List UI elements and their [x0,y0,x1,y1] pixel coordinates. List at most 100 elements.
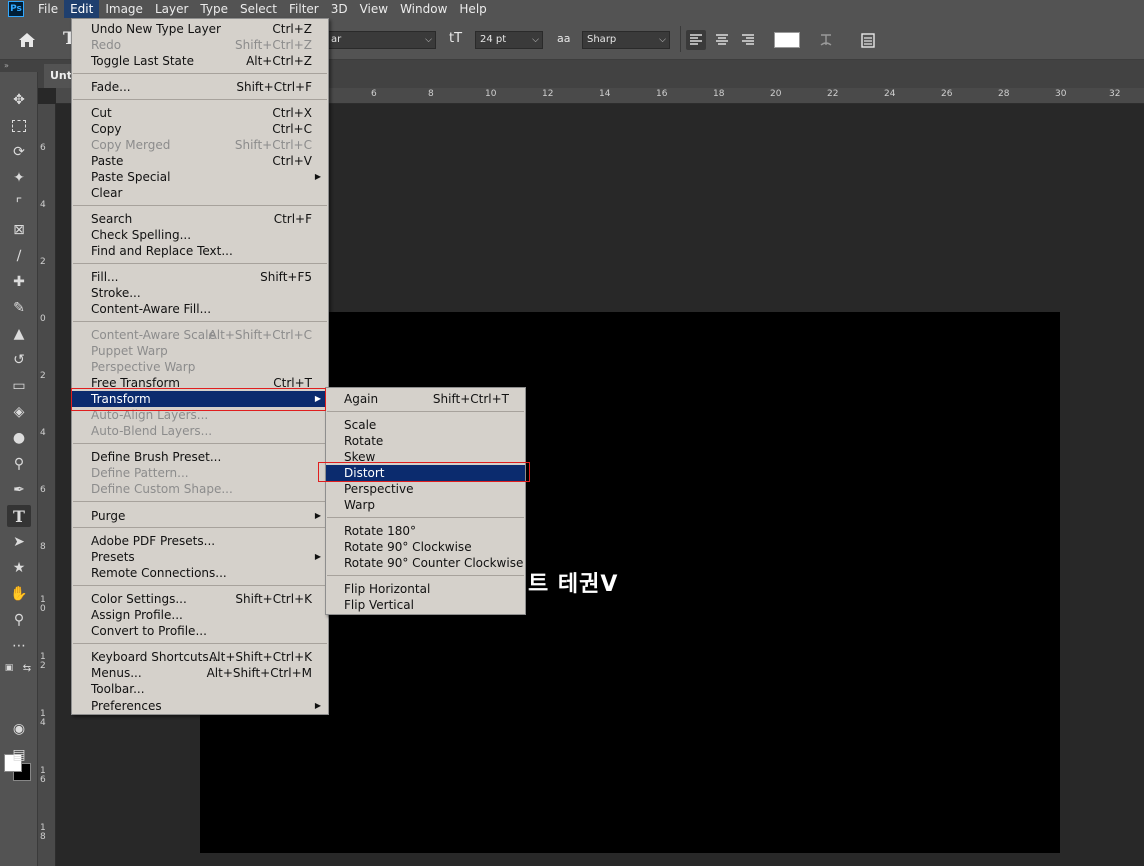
menu-item-content-aware-scale[interactable]: Content-Aware Scale Alt+Shift+Ctrl+C [72,327,328,343]
zoom-icon[interactable]: ⚲ [7,609,31,631]
menu-item-menus[interactable]: Menus... Alt+Shift+Ctrl+M [72,665,328,681]
font-style-select[interactable]: ar ⌵ [326,31,436,49]
menu-select[interactable]: Select [234,0,283,18]
menu-item-assign-profile[interactable]: Assign Profile... [72,607,328,623]
pen-icon[interactable]: ✒ [7,479,31,501]
align-center-icon[interactable] [712,30,732,50]
vertical-ruler[interactable]: 6 4 2 0 2 4 6 8 1 0 1 2 1 4 1 6 1 8 [38,104,56,866]
menu-item-perspective[interactable]: Perspective [326,481,525,497]
menu-item-remote-connections[interactable]: Remote Connections... [72,565,328,581]
screen-mode-icon[interactable]: ▤ [7,744,31,766]
menu-item-rotate[interactable]: Rotate [326,433,525,449]
menu-type[interactable]: Type [194,0,234,18]
menu-item-presets[interactable]: Presets ▶ [72,549,328,565]
menu-item-preferences[interactable]: Preferences ▶ [72,698,328,714]
menu-item-auto-blend-layers[interactable]: Auto-Blend Layers... [72,423,328,439]
text-color-swatch[interactable] [774,32,800,48]
warp-text-icon[interactable] [816,30,836,50]
menu-item-free-transform[interactable]: Free Transform Ctrl+T [72,375,328,391]
menu-item-skew[interactable]: Skew [326,449,525,465]
marquee-icon[interactable] [7,115,31,137]
menu-item-purge[interactable]: Purge ▶ [72,508,328,524]
shape-icon[interactable]: ★ [7,557,31,579]
menu-layer[interactable]: Layer [149,0,194,18]
menu-item-clear[interactable]: Clear [72,185,328,201]
menu-item-adobe-pdf-presets[interactable]: Adobe PDF Presets... [72,533,328,549]
home-icon[interactable] [17,31,37,49]
menu-item-content-aware-fill[interactable]: Content-Aware Fill... [72,301,328,317]
menu-item-copy-merged[interactable]: Copy Merged Shift+Ctrl+C [72,137,328,153]
menu-item-rotate-180[interactable]: Rotate 180° [326,523,525,539]
photoshop-logo-icon[interactable]: Ps [8,1,24,17]
menu-item-color-settings[interactable]: Color Settings... Shift+Ctrl+K [72,591,328,607]
menu-item-rotate-90-cw[interactable]: Rotate 90° Clockwise [326,539,525,555]
menu-item-perspective-warp[interactable]: Perspective Warp [72,359,328,375]
tools-panel-grip[interactable]: » [0,60,38,72]
crop-icon[interactable]: ⌜ [7,193,31,215]
menu-item-copy[interactable]: Copy Ctrl+C [72,121,328,137]
menu-item-paste[interactable]: Paste Ctrl+V [72,153,328,169]
swap-colors-icon[interactable]: ⇆ [20,662,34,674]
menu-window[interactable]: Window [394,0,453,18]
menu-image[interactable]: Image [99,0,149,18]
menu-item-define-custom-shape[interactable]: Define Custom Shape... [72,481,328,497]
magic-wand-icon[interactable]: ✦ [7,167,31,189]
menu-item-toolbar[interactable]: Toolbar... [72,681,328,697]
menu-item-flip-vertical[interactable]: Flip Vertical [326,597,525,613]
history-brush-icon[interactable]: ↺ [7,349,31,371]
clone-stamp-icon[interactable]: ▲ [7,323,31,345]
frame-icon[interactable]: ⊠ [7,219,31,241]
antialias-select[interactable]: Sharp ⌵ [582,31,670,49]
align-left-icon[interactable] [686,30,706,50]
menu-item-scale[interactable]: Scale [326,417,525,433]
type-icon[interactable]: T [7,505,31,527]
menu-item-fade[interactable]: Fade... Shift+Ctrl+F [72,79,328,95]
eraser-icon[interactable]: ▭ [7,375,31,397]
path-selection-icon[interactable]: ➤ [7,531,31,553]
menu-item-stroke[interactable]: Stroke... [72,285,328,301]
menu-filter[interactable]: Filter [283,0,325,18]
menu-help[interactable]: Help [453,0,492,18]
align-right-icon[interactable] [738,30,758,50]
move-icon[interactable]: ✥ [7,89,31,111]
menu-item-distort[interactable]: Distort [326,465,525,481]
default-colors-icon[interactable]: ▣ [2,662,16,674]
menu-3d[interactable]: 3D [325,0,354,18]
menu-item-search[interactable]: Search Ctrl+F [72,211,328,227]
dodge-icon[interactable]: ⚲ [7,453,31,475]
canvas-text-layer[interactable]: 트 테권V [528,566,618,598]
quick-mask-icon[interactable]: ◉ [7,718,31,740]
menu-item-puppet-warp[interactable]: Puppet Warp [72,343,328,359]
menu-item-rotate-90-ccw[interactable]: Rotate 90° Counter Clockwise [326,555,525,571]
menu-item-convert-to-profile[interactable]: Convert to Profile... [72,623,328,639]
paint-bucket-icon[interactable]: ◈ [7,401,31,423]
menu-item-define-pattern[interactable]: Define Pattern... [72,465,328,481]
menu-item-fill[interactable]: Fill... Shift+F5 [72,269,328,285]
menu-item-toggle-last-state[interactable]: Toggle Last State Alt+Ctrl+Z [72,53,328,69]
font-size-select[interactable]: 24 pt ⌵ [475,31,543,49]
lasso-icon[interactable]: ⟳ [7,141,31,163]
more-tools-icon[interactable]: ⋯ [7,635,31,657]
brush-icon[interactable]: ✎ [7,297,31,319]
menu-item-transform[interactable]: Transform ▶ [72,391,328,407]
menu-item-check-spelling[interactable]: Check Spelling... [72,227,328,243]
healing-brush-icon[interactable]: ✚ [7,271,31,293]
menu-item-cut[interactable]: Cut Ctrl+X [72,105,328,121]
menu-view[interactable]: View [354,0,394,18]
hand-icon[interactable]: ✋ [7,583,31,605]
character-panel-icon[interactable] [858,30,878,50]
menu-item-undo[interactable]: Undo New Type Layer Ctrl+Z [72,21,328,37]
menu-item-redo[interactable]: Redo Shift+Ctrl+Z [72,37,328,53]
menu-item-paste-special[interactable]: Paste Special ▶ [72,169,328,185]
blur-icon[interactable]: ● [7,427,31,449]
menu-item-auto-align-layers[interactable]: Auto-Align Layers... [72,407,328,423]
menu-item-find-replace[interactable]: Find and Replace Text... [72,243,328,259]
eyedropper-icon[interactable]: ∕ [7,245,31,267]
menu-edit[interactable]: Edit [64,0,100,18]
menu-item-warp[interactable]: Warp [326,497,525,513]
menu-item-flip-horizontal[interactable]: Flip Horizontal [326,581,525,597]
menu-file[interactable]: File [32,0,64,18]
menu-item-again[interactable]: Again Shift+Ctrl+T [326,391,525,407]
menu-item-keyboard-shortcuts[interactable]: Keyboard Shortcuts... Alt+Shift+Ctrl+K [72,649,328,665]
menu-item-define-brush-preset[interactable]: Define Brush Preset... [72,449,328,465]
